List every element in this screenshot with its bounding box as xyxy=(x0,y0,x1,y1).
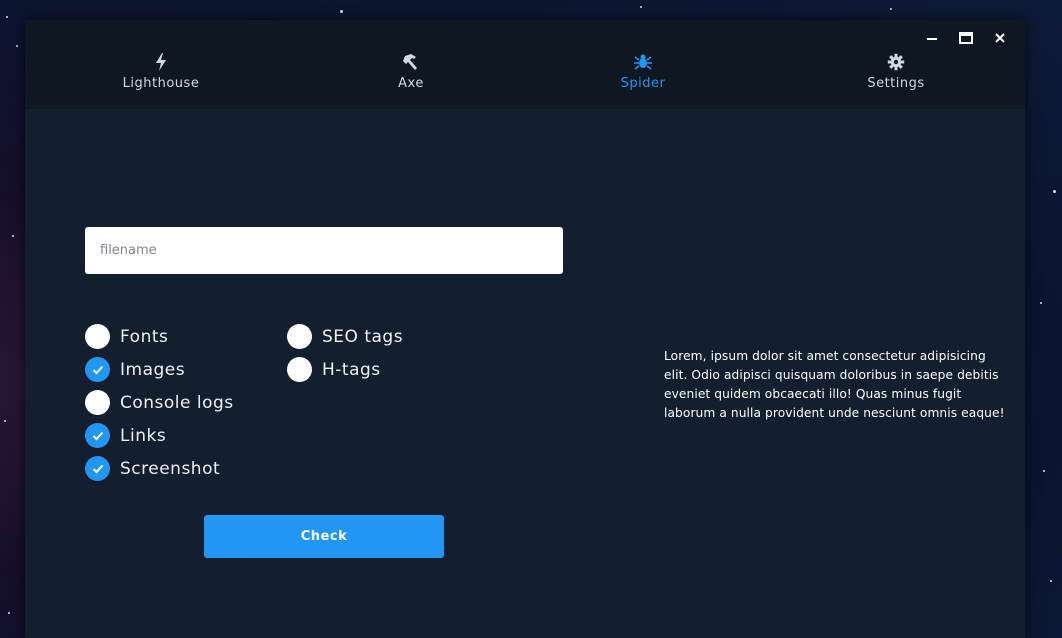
option-label: Images xyxy=(120,359,186,380)
option-label: Console logs xyxy=(120,392,234,413)
tab-label: Axe xyxy=(398,76,424,91)
spider-icon xyxy=(634,54,652,70)
maximize-icon xyxy=(959,32,973,44)
close-icon xyxy=(995,33,1005,43)
tab-lighthouse[interactable]: Lighthouse xyxy=(71,52,251,91)
option-label: H-tags xyxy=(322,359,381,380)
option-images[interactable]: Images xyxy=(85,357,185,382)
window-controls xyxy=(915,26,1017,50)
checkmark-icon xyxy=(92,464,103,473)
tab-settings[interactable]: Settings xyxy=(806,52,986,91)
checkmark-icon xyxy=(92,431,103,440)
checkbox-checked[interactable] xyxy=(85,423,110,448)
checkbox[interactable] xyxy=(85,324,110,349)
tab-bar: Lighthouse Axe Spider Settings xyxy=(25,20,1025,109)
option-screenshot[interactable]: Screenshot xyxy=(85,456,220,481)
tab-label: Settings xyxy=(867,76,925,91)
tab-axe[interactable]: Axe xyxy=(321,52,501,91)
checkbox[interactable] xyxy=(287,357,312,382)
option-console-logs[interactable]: Console logs xyxy=(85,390,234,415)
checkbox[interactable] xyxy=(287,324,312,349)
minimize-button[interactable] xyxy=(915,26,949,50)
minimize-icon xyxy=(927,38,937,40)
option-label: Links xyxy=(120,425,167,446)
option-h-tags[interactable]: H-tags xyxy=(287,357,381,382)
close-button[interactable] xyxy=(983,26,1017,50)
app-window: Lighthouse Axe Spider Settings filename … xyxy=(25,20,1025,638)
gear-icon xyxy=(887,53,905,71)
filename-input[interactable] xyxy=(85,227,563,274)
checkbox[interactable] xyxy=(85,390,110,415)
option-fonts[interactable]: Fonts xyxy=(85,324,168,349)
hammer-icon xyxy=(403,54,417,70)
check-button[interactable]: Check xyxy=(204,515,444,558)
option-label: Fonts xyxy=(120,326,169,347)
tab-spider[interactable]: Spider xyxy=(553,52,733,91)
description-text: Lorem, ipsum dolor sit amet consectetur … xyxy=(664,349,1005,420)
maximize-button[interactable] xyxy=(949,26,983,50)
checkbox-checked[interactable] xyxy=(85,456,110,481)
checkbox-checked[interactable] xyxy=(85,357,110,382)
option-label: Screenshot xyxy=(120,458,221,479)
tab-label: Lighthouse xyxy=(122,76,200,91)
option-links[interactable]: Links xyxy=(85,423,166,448)
option-label: SEO tags xyxy=(322,326,404,347)
checkmark-icon xyxy=(92,365,103,374)
bolt-icon xyxy=(156,53,166,71)
option-seo-tags[interactable]: SEO tags xyxy=(287,324,403,349)
tab-label: Spider xyxy=(620,76,666,91)
